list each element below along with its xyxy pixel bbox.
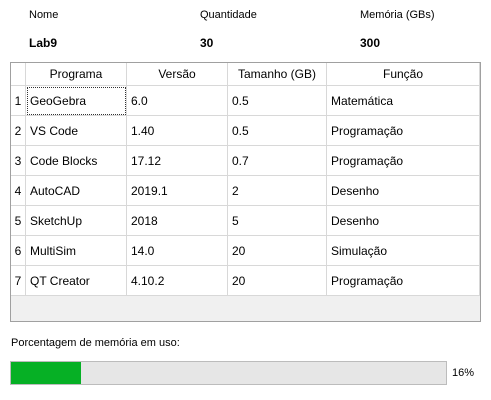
row-number: 2 bbox=[11, 115, 26, 146]
cell-programa[interactable]: Code Blocks bbox=[25, 145, 127, 176]
cell-tamanho[interactable]: 5 bbox=[227, 205, 327, 236]
corner-header bbox=[11, 63, 26, 86]
column-header-funcao[interactable]: Função bbox=[326, 63, 480, 86]
column-header-programa[interactable]: Programa bbox=[25, 63, 127, 86]
lab-name-value: Lab9 bbox=[29, 36, 58, 50]
row-number: 5 bbox=[11, 205, 26, 236]
cell-programa[interactable]: VS Code bbox=[25, 115, 127, 146]
cell-funcao[interactable]: Desenho bbox=[326, 175, 480, 206]
memory-progress-bar bbox=[10, 361, 447, 385]
table-row[interactable]: 7 QT Creator 4.10.2 20 Programação bbox=[11, 265, 480, 296]
cell-versao[interactable]: 1.40 bbox=[126, 115, 228, 146]
row-number: 1 bbox=[11, 85, 26, 116]
cell-funcao[interactable]: Simulação bbox=[326, 235, 480, 266]
cell-programa[interactable]: MultiSim bbox=[25, 235, 127, 266]
table-row[interactable]: 3 Code Blocks 17.12 0.7 Programação bbox=[11, 145, 480, 176]
nome-header: Nome bbox=[29, 9, 59, 21]
table-row[interactable]: 2 VS Code 1.40 0.5 Programação bbox=[11, 115, 480, 146]
row-number: 7 bbox=[11, 265, 26, 296]
cell-funcao[interactable]: Matemática bbox=[326, 85, 480, 116]
cell-funcao[interactable]: Programação bbox=[326, 115, 480, 146]
cell-tamanho[interactable]: 2 bbox=[227, 175, 327, 206]
memory-usage-label: Porcentagem de memória em uso: bbox=[11, 337, 180, 349]
cell-tamanho[interactable]: 0.5 bbox=[227, 115, 327, 146]
cell-tamanho[interactable]: 20 bbox=[227, 235, 327, 266]
cell-programa[interactable]: QT Creator bbox=[25, 265, 127, 296]
cell-tamanho[interactable]: 20 bbox=[227, 265, 327, 296]
cell-funcao[interactable]: Programação bbox=[326, 265, 480, 296]
programs-table[interactable]: Programa Versão Tamanho (GB) Função 1 Geo… bbox=[10, 62, 481, 322]
cell-tamanho[interactable]: 0.7 bbox=[227, 145, 327, 176]
cell-versao[interactable]: 2018 bbox=[126, 205, 228, 236]
column-header-tamanho[interactable]: Tamanho (GB) bbox=[227, 63, 327, 86]
cell-versao[interactable]: 4.10.2 bbox=[126, 265, 228, 296]
quantity-value: 30 bbox=[200, 36, 214, 50]
cell-tamanho[interactable]: 0.5 bbox=[227, 85, 327, 116]
cell-versao[interactable]: 17.12 bbox=[126, 145, 228, 176]
memoria-header: Memória (GBs) bbox=[360, 9, 435, 21]
cell-funcao[interactable]: Programação bbox=[326, 145, 480, 176]
memory-progress-fill bbox=[11, 362, 81, 384]
table-row[interactable]: 5 SketchUp 2018 5 Desenho bbox=[11, 205, 480, 236]
quantidade-header: Quantidade bbox=[200, 9, 257, 21]
cell-programa[interactable]: GeoGebra bbox=[25, 85, 127, 116]
table-row[interactable]: 4 AutoCAD 2019.1 2 Desenho bbox=[11, 175, 480, 206]
table-header-row: Programa Versão Tamanho (GB) Função bbox=[11, 63, 480, 86]
cell-versao[interactable]: 2019.1 bbox=[126, 175, 228, 206]
cell-programa[interactable]: SketchUp bbox=[25, 205, 127, 236]
row-number: 4 bbox=[11, 175, 26, 206]
cell-versao[interactable]: 14.0 bbox=[126, 235, 228, 266]
table-row[interactable]: 1 GeoGebra 6.0 0.5 Matemática bbox=[11, 85, 480, 116]
column-header-versao[interactable]: Versão bbox=[126, 63, 228, 86]
cell-funcao[interactable]: Desenho bbox=[326, 205, 480, 236]
memory-percent-text: 16% bbox=[452, 367, 475, 379]
memory-value: 300 bbox=[360, 36, 381, 50]
row-number: 6 bbox=[11, 235, 26, 266]
cell-versao[interactable]: 6.0 bbox=[126, 85, 228, 116]
table-row[interactable]: 6 MultiSim 14.0 20 Simulação bbox=[11, 235, 480, 266]
cell-programa[interactable]: AutoCAD bbox=[25, 175, 127, 206]
row-number: 3 bbox=[11, 145, 26, 176]
